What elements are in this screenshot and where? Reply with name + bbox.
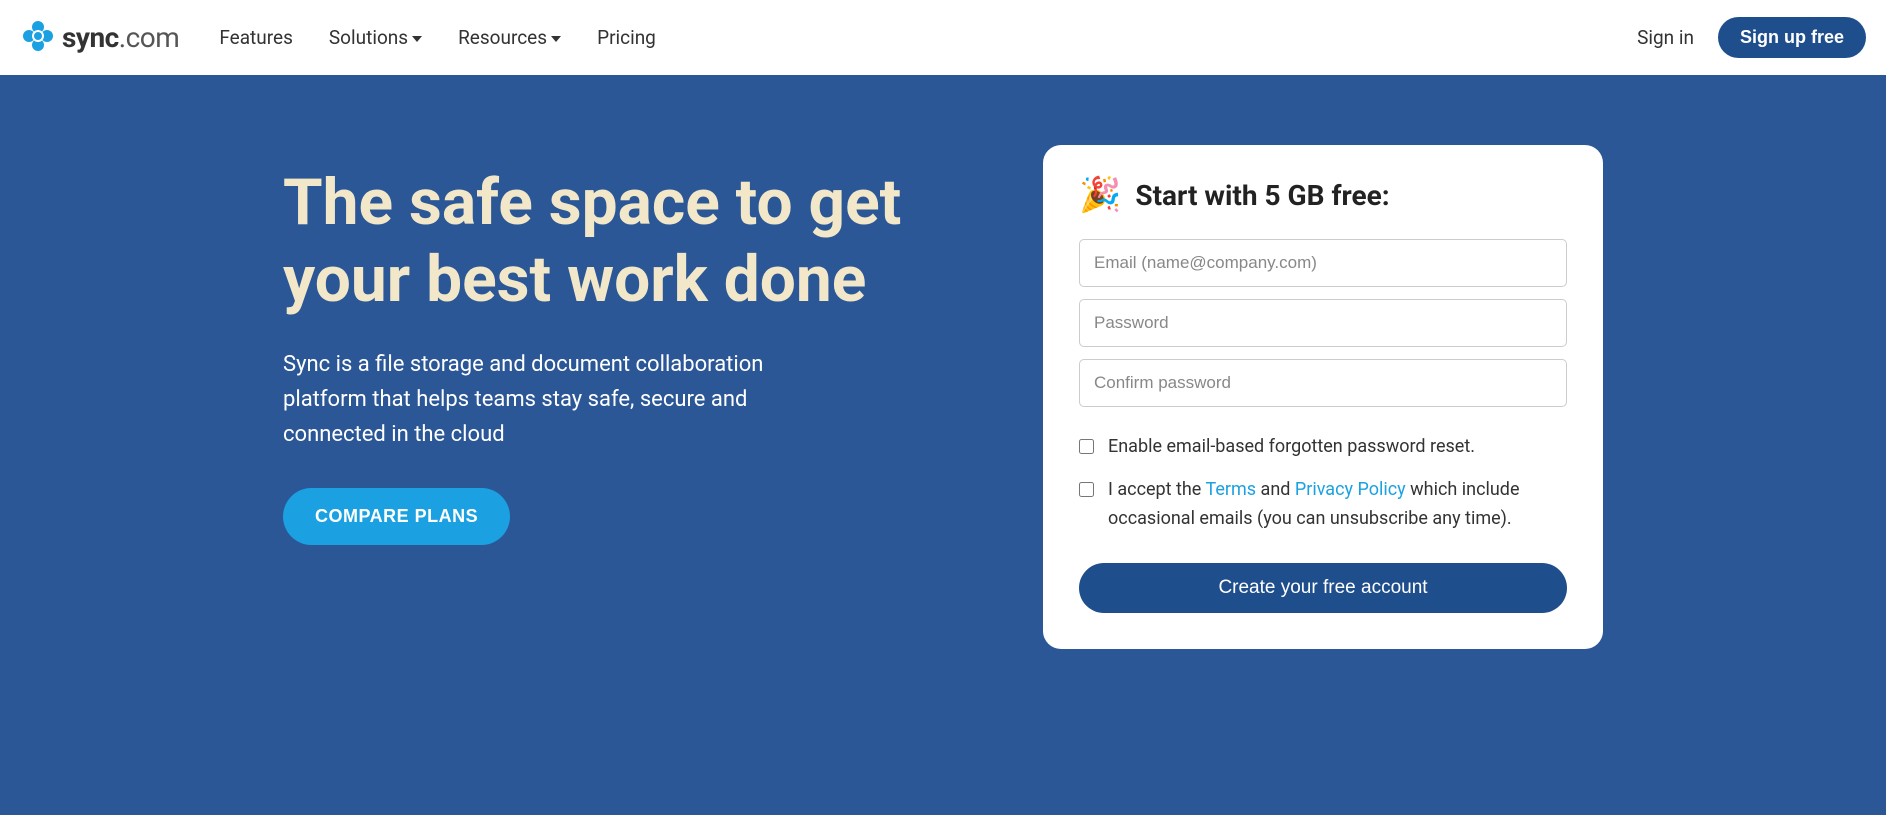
chevron-down-icon (412, 36, 422, 42)
logo-icon (20, 18, 56, 58)
hero-subtitle: Sync is a file storage and document coll… (283, 347, 823, 453)
nav-resources[interactable]: Resources (458, 26, 561, 49)
compare-plans-button[interactable]: COMPARE PLANS (283, 488, 510, 545)
nav-pricing[interactable]: Pricing (597, 26, 656, 49)
signin-link[interactable]: Sign in (1637, 26, 1694, 49)
and-text: and (1256, 479, 1295, 500)
signup-card-title-text: Start with 5 GB free: (1135, 179, 1389, 212)
confirm-password-field[interactable] (1079, 359, 1567, 407)
nav-features[interactable]: Features (219, 26, 293, 49)
signup-card: 🎉 Start with 5 GB free: Enable email-bas… (1043, 145, 1603, 649)
nav-pricing-label: Pricing (597, 26, 656, 49)
password-field[interactable] (1079, 299, 1567, 347)
accept-prefix-text: I accept the (1108, 479, 1205, 500)
hero-left: The safe space to get your best work don… (283, 145, 983, 545)
nav-solutions-label: Solutions (329, 26, 408, 49)
signup-card-title: 🎉 Start with 5 GB free: (1079, 175, 1567, 215)
hero-section: The safe space to get your best work don… (0, 75, 1886, 815)
enable-reset-row: Enable email-based forgotten password re… (1079, 433, 1567, 462)
header-actions: Sign in Sign up free (1637, 17, 1866, 58)
chevron-down-icon (551, 36, 561, 42)
hero-title: The safe space to get your best work don… (283, 165, 983, 319)
create-account-button[interactable]: Create your free account (1079, 563, 1567, 613)
site-header: sync.com Features Solutions Resources Pr… (0, 0, 1886, 75)
accept-terms-label: I accept the Terms and Privacy Policy wh… (1108, 476, 1567, 534)
logo[interactable]: sync.com (20, 18, 179, 58)
nav-resources-label: Resources (458, 26, 547, 49)
signup-button[interactable]: Sign up free (1718, 17, 1866, 58)
enable-reset-label: Enable email-based forgotten password re… (1108, 433, 1567, 462)
enable-reset-checkbox[interactable] (1079, 439, 1094, 454)
email-field[interactable] (1079, 239, 1567, 287)
terms-link[interactable]: Terms (1205, 479, 1256, 500)
main-nav: Features Solutions Resources Pricing (219, 26, 656, 49)
privacy-link[interactable]: Privacy Policy (1295, 479, 1406, 500)
accept-terms-checkbox[interactable] (1079, 482, 1094, 497)
logo-text: sync.com (62, 21, 179, 54)
nav-solutions[interactable]: Solutions (329, 26, 422, 49)
party-icon: 🎉 (1079, 175, 1121, 215)
nav-features-label: Features (219, 26, 293, 49)
accept-terms-row: I accept the Terms and Privacy Policy wh… (1079, 476, 1567, 534)
